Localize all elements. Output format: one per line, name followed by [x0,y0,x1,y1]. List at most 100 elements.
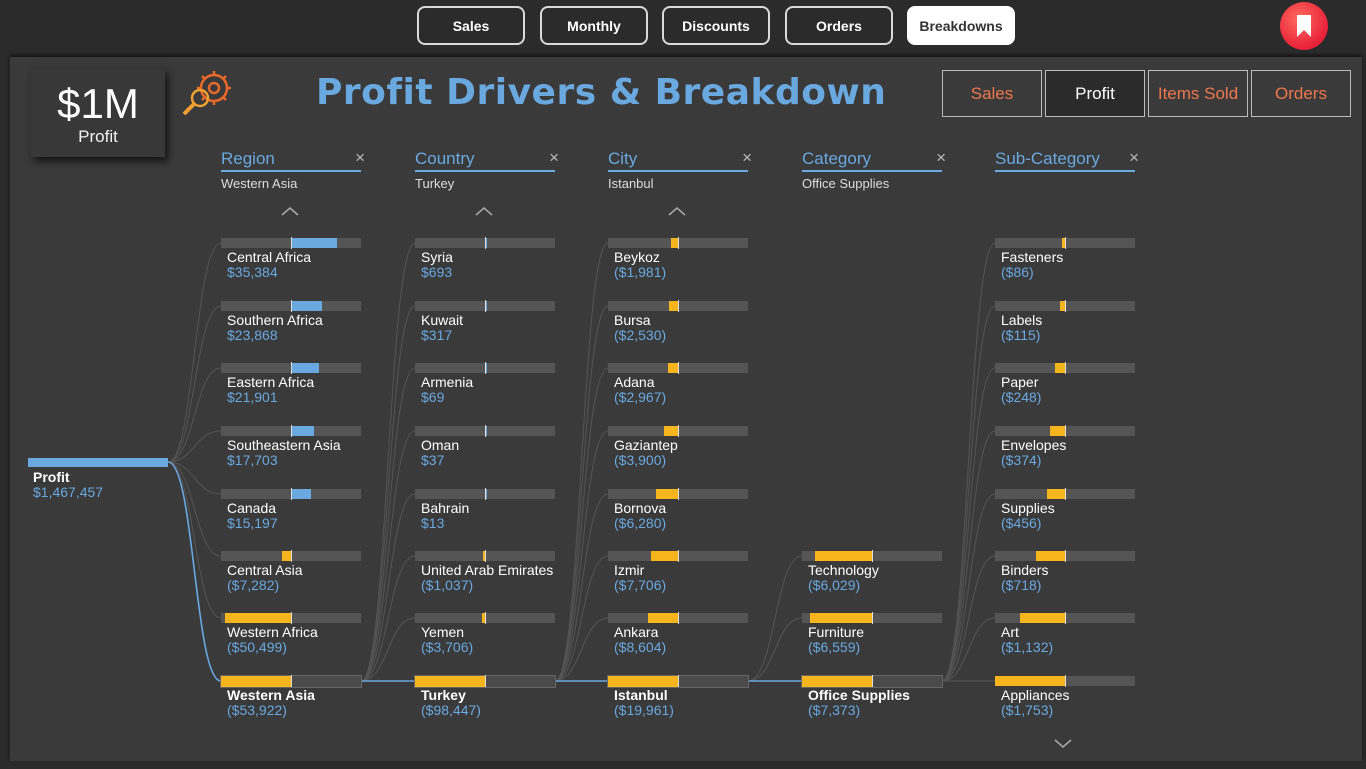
zero-line [872,675,873,687]
node-bar-fill [810,613,872,623]
branch-link [941,305,996,682]
column-title: Region × [221,148,365,172]
branch-link [360,305,416,682]
node-label: Canada [227,500,277,516]
decomposition-links [167,242,996,682]
node-value: ($115) [1001,327,1041,343]
zero-line [678,300,679,312]
node-value: ($2,530) [614,327,667,343]
column-title: City × [608,148,752,172]
node-bar-track [221,300,361,312]
branch-link [941,242,996,682]
node-label: Adana [614,374,655,390]
zero-line [678,612,679,624]
node-value: ($718) [1001,577,1042,593]
zero-line [678,362,679,374]
node-bar-track [995,425,1135,437]
node-label: Labels [1001,312,1043,328]
branch-link [554,305,609,682]
close-icon[interactable]: × [549,148,559,168]
node-label: Central Africa [227,249,312,265]
node-label: Western Asia [227,687,315,703]
node-bar-fill [291,301,322,311]
column-header-country: Country × Turkey [415,148,559,191]
node-label: United Arab Emirates [421,562,554,578]
branch-link [941,367,996,682]
node-value: ($456) [1001,515,1042,531]
branch-link [167,430,222,463]
zero-line [291,488,292,500]
column-title: Sub-Category × [995,148,1139,172]
chevron-up-icon[interactable] [475,203,493,219]
node-label: Art [1001,624,1019,640]
node-bar-track [995,675,1135,687]
zero-line [291,675,292,687]
node-label: Technology [808,562,879,578]
node-bar-fill [1020,613,1065,623]
node-bar-track [995,300,1135,312]
node-value: $35,384 [227,264,278,280]
node-bar-fill [664,426,678,436]
node-value: ($7,706) [614,577,667,593]
zero-line [678,425,679,437]
node-value: $69 [421,389,445,405]
node-bar-track [415,425,555,437]
node-label: Furniture [808,624,865,640]
zero-line [1065,300,1066,312]
node-label: Istanbul [614,687,668,703]
node-label: Izmir [614,562,645,578]
node-bar-fill [669,301,678,311]
zero-line [1065,488,1066,500]
node-label: Oman [421,437,460,453]
node-bar-fill [815,551,872,561]
zero-line [872,612,873,624]
close-icon[interactable]: × [355,148,365,168]
node-value: ($8,604) [614,639,667,655]
node-label: Beykoz [614,249,660,265]
column-header-city: City × Istanbul [608,148,752,191]
node-value: ($374) [1001,452,1042,468]
node-bar-fill [225,613,291,623]
node-value: $23,868 [227,327,278,343]
node-bar-track [415,300,555,312]
branch-link [167,305,222,463]
node-label: Appliances [1001,687,1070,703]
zero-line [291,612,292,624]
node-bar-fill [608,676,678,687]
close-icon[interactable]: × [742,148,752,168]
node-bar-track [801,675,943,688]
node-bar-track [802,550,942,562]
branch-link [360,242,416,682]
node-value: ($1,037) [421,577,474,593]
node-bar-fill [1055,363,1065,373]
node-bar-fill [656,489,678,499]
node-value: ($248) [1001,389,1042,405]
node-bar-track [221,237,361,249]
chevron-down-icon[interactable] [1054,736,1072,752]
node-value: $37 [421,452,445,468]
node-label: Paper [1001,374,1039,390]
node-label: Yemen [421,624,465,640]
node-value: $317 [421,327,453,343]
column-title: Category × [802,148,946,172]
node-value: ($1,132) [1001,639,1054,655]
close-icon[interactable]: × [1129,148,1139,168]
close-icon[interactable]: × [936,148,946,168]
node-label: Supplies [1001,500,1055,516]
node-label: Western Africa [227,624,318,640]
node-value: $21,901 [227,389,278,405]
zero-line [1065,550,1066,562]
zero-line [485,612,486,624]
node-label: Central Asia [227,562,303,578]
chevron-up-icon[interactable] [281,203,299,219]
node-bar-fill [291,238,337,248]
branch-link [554,242,609,682]
zero-line [1065,675,1066,687]
node-value: $15,197 [227,515,278,531]
root-value: $1,467,457 [33,484,104,500]
zero-line [678,550,679,562]
chevron-up-icon[interactable] [668,203,686,219]
node-label: Southern Africa [227,312,323,328]
node-bar-track [608,488,748,500]
root-profit-bar[interactable] [28,458,168,467]
